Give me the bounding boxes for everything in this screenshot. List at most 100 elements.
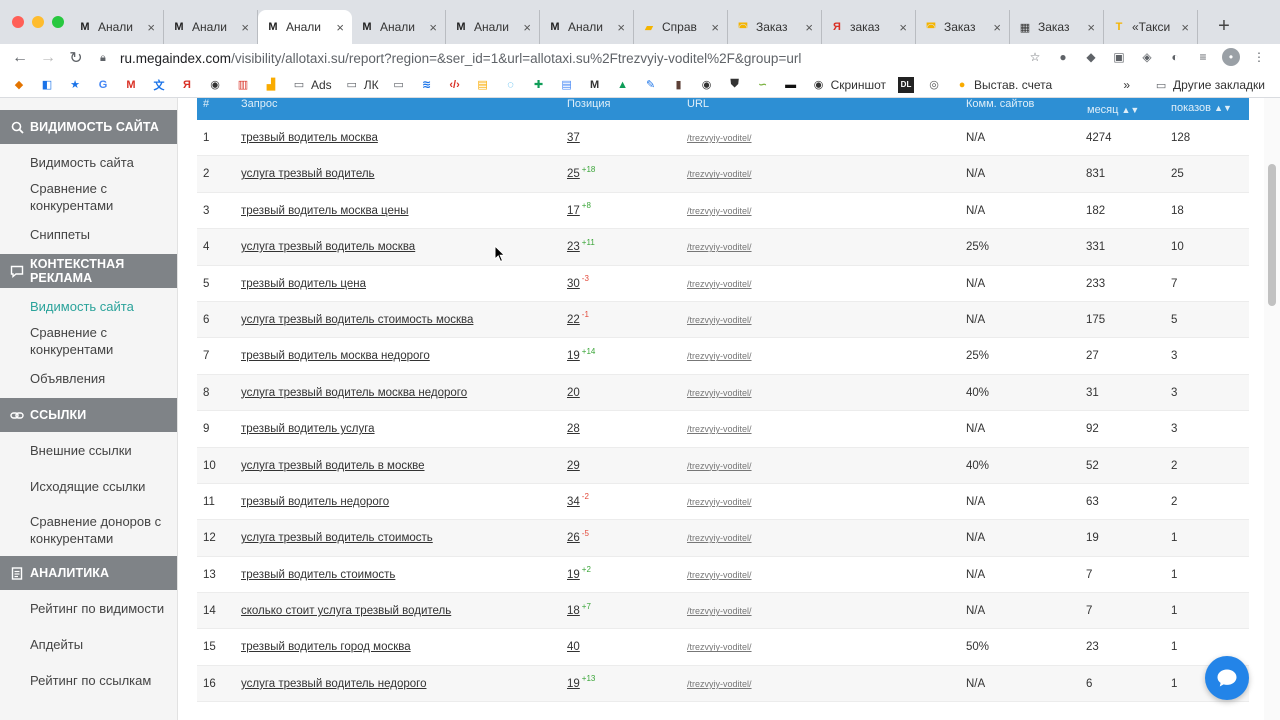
- query-link[interactable]: услуга трезвый водитель в москве: [241, 448, 425, 484]
- query-link[interactable]: трезвый водитель москва цены: [241, 193, 409, 229]
- close-tab-icon[interactable]: ×: [617, 20, 625, 35]
- bookmark-item[interactable]: ≋: [416, 75, 438, 95]
- bookmark-item[interactable]: G: [92, 75, 114, 95]
- bookmark-item[interactable]: ✎: [640, 75, 662, 95]
- browser-tab[interactable]: M Анали ×: [258, 10, 352, 44]
- bookmark-folder-ads[interactable]: ▭ Ads: [288, 75, 335, 95]
- vertical-scrollbar[interactable]: [1264, 98, 1280, 720]
- profile-avatar[interactable]: •: [1222, 48, 1240, 66]
- bookmark-item[interactable]: ▤: [556, 75, 578, 95]
- back-arrow-icon[interactable]: ←: [6, 49, 34, 67]
- sort-arrows-icon[interactable]: ▲▼: [1214, 103, 1232, 113]
- query-link[interactable]: трезвый водитель цена: [241, 266, 366, 302]
- close-tab-icon[interactable]: ×: [993, 20, 1001, 35]
- browser-tab[interactable]: ▰ Справ ×: [634, 10, 728, 44]
- sort-arrows-icon[interactable]: ▲▼: [1122, 105, 1140, 115]
- bookmark-item[interactable]: ✚: [528, 75, 550, 95]
- close-tab-icon[interactable]: ×: [711, 20, 719, 35]
- bookmark-item[interactable]: ∽: [752, 75, 774, 95]
- url-link[interactable]: /trezvyiy-voditel/: [687, 411, 752, 447]
- more-bookmarks-button[interactable]: »: [1123, 78, 1130, 92]
- header-shows[interactable]: показов ▲▼: [1171, 102, 1232, 114]
- close-tab-icon[interactable]: ×: [523, 20, 531, 35]
- browser-tab[interactable]: T «Такси ×: [1104, 10, 1198, 44]
- url-link[interactable]: /trezvyiy-voditel/: [687, 520, 752, 556]
- close-tab-icon[interactable]: ×: [1181, 20, 1189, 35]
- bookmark-invoices[interactable]: ● Выстав. счета: [951, 75, 1055, 95]
- bookmark-item[interactable]: ▤: [472, 75, 494, 95]
- position-link[interactable]: 37: [567, 132, 580, 144]
- close-tab-icon[interactable]: ×: [147, 20, 155, 35]
- header-position[interactable]: Позиция: [567, 98, 611, 110]
- close-tab-icon[interactable]: ×: [429, 20, 437, 35]
- bookmark-item[interactable]: ◆: [8, 75, 30, 95]
- close-tab-icon[interactable]: ×: [805, 20, 813, 35]
- position-link[interactable]: 25: [567, 168, 580, 180]
- query-link[interactable]: трезвый водитель стоимость: [241, 557, 395, 593]
- url-link[interactable]: /trezvyiy-voditel/: [687, 557, 752, 593]
- sidebar-item-links-rating[interactable]: Рейтинг по ссылкам: [0, 662, 177, 698]
- query-link[interactable]: услуга трезвый водитель недорого: [241, 666, 426, 702]
- bookmark-star-icon[interactable]: ☆: [1026, 48, 1044, 66]
- url-link[interactable]: /trezvyiy-voditel/: [687, 484, 752, 520]
- bookmark-folder[interactable]: ▭: [388, 75, 410, 95]
- position-link[interactable]: 40: [567, 641, 580, 653]
- bookmark-item[interactable]: ◎: [923, 75, 945, 95]
- header-query[interactable]: Запрос: [241, 98, 277, 110]
- extension-icon[interactable]: ●: [1054, 48, 1072, 66]
- query-link[interactable]: услуга трезвый водитель стоимость: [241, 520, 433, 556]
- query-link[interactable]: трезвый водитель город москва: [241, 629, 411, 665]
- url-link[interactable]: /trezvyiy-voditel/: [687, 193, 752, 229]
- browser-tab[interactable]: M Анали ×: [446, 10, 540, 44]
- sidebar-item-ads[interactable]: Объявления: [0, 358, 177, 398]
- bookmark-screenshot[interactable]: ◉ Скриншот: [808, 75, 889, 95]
- sidebar-item-donors-compare[interactable]: Сравнение доноров с конкурентами: [0, 504, 177, 556]
- sidebar-item-competitors[interactable]: Сравнение с конкурентами: [0, 180, 177, 214]
- url-link[interactable]: /trezvyiy-voditel/: [687, 375, 752, 411]
- reload-icon[interactable]: ↻: [62, 48, 90, 68]
- position-link[interactable]: 34: [567, 496, 580, 508]
- url-link[interactable]: /trezvyiy-voditel/: [687, 156, 752, 192]
- position-link[interactable]: 18: [567, 605, 580, 617]
- bookmark-item[interactable]: ◉: [204, 75, 226, 95]
- bookmark-item[interactable]: ⛊: [724, 75, 746, 95]
- sidebar-section-analytics[interactable]: АНАЛИТИКА: [0, 556, 177, 590]
- other-bookmarks-folder[interactable]: ▭ Другие закладки: [1150, 75, 1268, 95]
- position-link[interactable]: 28: [567, 423, 580, 435]
- bookmark-item[interactable]: Я: [176, 75, 198, 95]
- new-tab-button[interactable]: +: [1212, 14, 1236, 38]
- bookmark-item[interactable]: ▲: [612, 75, 634, 95]
- scrollbar-thumb[interactable]: [1268, 164, 1276, 306]
- bookmark-item[interactable]: ◧: [36, 75, 58, 95]
- close-tab-icon[interactable]: ×: [899, 20, 907, 35]
- url-link[interactable]: /trezvyiy-voditel/: [687, 448, 752, 484]
- bookmark-item[interactable]: M: [120, 75, 142, 95]
- position-link[interactable]: 26: [567, 532, 580, 544]
- menu-icon[interactable]: ⋮: [1250, 48, 1268, 66]
- sidebar-item-outgoing-links[interactable]: Исходящие ссылки: [0, 468, 177, 504]
- forward-arrow-icon[interactable]: →: [34, 49, 62, 67]
- query-link[interactable]: трезвый водитель недорого: [241, 484, 389, 520]
- maximize-window-button[interactable]: [52, 16, 64, 28]
- sidebar-item-visibility-rating[interactable]: Рейтинг по видимости: [0, 590, 177, 626]
- header-num[interactable]: #: [203, 98, 209, 110]
- chat-button[interactable]: [1205, 656, 1249, 700]
- url-link[interactable]: /trezvyiy-voditel/: [687, 302, 752, 338]
- extension-icon[interactable]: ◆: [1082, 48, 1100, 66]
- extension-icon[interactable]: ◐: [1166, 48, 1184, 66]
- sidebar-item-context-visibility[interactable]: Видимость сайта: [0, 288, 177, 324]
- bookmark-item[interactable]: ▮: [668, 75, 690, 95]
- sidebar-section-links[interactable]: ССЫЛКИ: [0, 398, 177, 432]
- query-link[interactable]: сколько стоит услуга трезвый водитель: [241, 593, 451, 629]
- close-tab-icon[interactable]: ×: [1087, 20, 1095, 35]
- query-link[interactable]: услуга трезвый водитель москва: [241, 229, 415, 265]
- sidebar-item-context-competitors[interactable]: Сравнение с конкурентами: [0, 324, 177, 358]
- header-url[interactable]: URL: [687, 98, 709, 110]
- reading-list-icon[interactable]: ≡: [1194, 48, 1212, 66]
- bookmark-item[interactable]: ▥: [232, 75, 254, 95]
- position-link[interactable]: 23: [567, 241, 580, 253]
- url-link[interactable]: /trezvyiy-voditel/: [687, 120, 752, 156]
- sidebar-section-visibility[interactable]: ВИДИМОСТЬ САЙТА: [0, 110, 177, 144]
- minimize-window-button[interactable]: [32, 16, 44, 28]
- position-link[interactable]: 30: [567, 278, 580, 290]
